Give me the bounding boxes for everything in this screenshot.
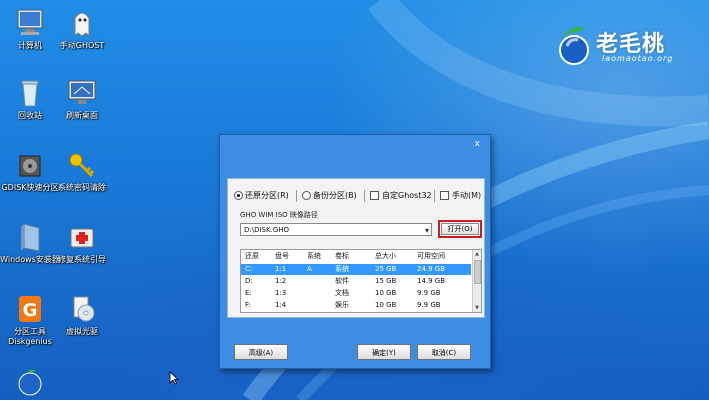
laomaotao-logo-icon xyxy=(559,26,589,65)
dialog-titlebar[interactable]: x xyxy=(220,135,490,172)
column-header: 卷标 xyxy=(335,252,349,260)
ok-button[interactable]: 确定(Y) xyxy=(357,344,411,360)
restore-partition-radio[interactable]: 还原分区(R) xyxy=(234,189,289,202)
radio-selected-icon xyxy=(234,191,243,200)
mode-options: 还原分区(R) 备份分区(B) 自定Ghost32 手动(M) xyxy=(234,189,484,203)
desktop-icon-windows-installer[interactable]: Windows安装器 xyxy=(0,222,60,265)
divider xyxy=(296,190,297,202)
partition-table: 还原 盘号 系统 卷标 总大小 可用空间 C: 1:1 A 系统 25 GB 2… xyxy=(240,249,482,313)
table-row[interactable]: E: 1:3 文档 10 GB 9.9 GB xyxy=(241,288,471,299)
windows-installer-icon xyxy=(13,222,47,252)
desktop-icon-computer[interactable]: 计算机 xyxy=(0,8,60,51)
repair-boot-icon xyxy=(65,222,99,252)
column-header: 盘号 xyxy=(275,252,289,260)
column-header: 可用空间 xyxy=(417,252,445,260)
desktop-icon-gdisk[interactable]: GDISK快速分区 xyxy=(0,150,60,193)
desktop-icon-password-clear[interactable]: 系统密码清除 xyxy=(52,150,112,193)
peach-icon xyxy=(13,366,47,396)
desktop-icon-virtual-drive[interactable]: 虚拟光驱 xyxy=(52,294,112,337)
logo-url: laomaotao.org xyxy=(602,54,674,63)
scroll-down-icon[interactable]: ▼ xyxy=(473,304,481,312)
table-header: 还原 盘号 系统 卷标 总大小 可用空间 xyxy=(241,251,471,262)
table-row[interactable]: C: 1:1 A 系统 25 GB 24.9 GB xyxy=(241,264,471,275)
advanced-button[interactable]: 高级(A) xyxy=(234,344,288,360)
desktop-icon-repair-boot[interactable]: 修复系统引导 xyxy=(52,222,112,265)
computer-icon xyxy=(13,8,47,38)
table-row[interactable]: F: 1:4 娱乐 10 GB 9.9 GB xyxy=(241,300,471,311)
image-path-label: GHO WIM ISO 映像路径 xyxy=(240,211,318,219)
divider xyxy=(434,190,435,202)
refresh-desktop-icon xyxy=(65,78,99,108)
ghost-icon xyxy=(65,8,99,38)
column-header: 还原 xyxy=(245,252,259,260)
scroll-up-icon[interactable]: ▲ xyxy=(473,250,481,258)
manual-checkbox[interactable]: 手动(M) xyxy=(440,189,481,202)
dialog-panel: 还原分区(R) 备份分区(B) 自定Ghost32 手动(M) GHO WIM … xyxy=(227,178,485,318)
table-scrollbar[interactable]: ▲ ▼ xyxy=(472,250,481,312)
open-button-highlight[interactable]: 打开(O) xyxy=(438,220,482,238)
gdisk-icon xyxy=(13,150,47,180)
open-button[interactable]: 打开(O) xyxy=(441,223,479,235)
custom-ghost-checkbox[interactable]: 自定Ghost32 xyxy=(370,189,432,202)
radio-icon xyxy=(302,191,311,200)
backup-partition-radio[interactable]: 备份分区(B) xyxy=(302,189,357,202)
desktop-icon-recycle-bin[interactable]: 回收站 xyxy=(0,78,60,121)
divider xyxy=(364,190,365,202)
key-icon xyxy=(65,150,99,180)
diskgenius-icon: G xyxy=(13,294,47,324)
desktop-icon-laomaotao[interactable] xyxy=(0,366,60,399)
ghost-dialog: x 还原分区(R) 备份分区(B) 自定Ghost32 手动(M) GHO WI… xyxy=(219,134,491,369)
desktop-icon-diskgenius[interactable]: G 分区工具Diskgenius xyxy=(0,294,60,347)
desktop-icon-refresh-desktop[interactable]: 刷新桌面 xyxy=(52,78,112,121)
virtual-drive-icon xyxy=(65,294,99,324)
image-path-combobox[interactable]: D:\DISK.GHO ▾ xyxy=(240,223,432,236)
scroll-thumb[interactable] xyxy=(474,260,481,284)
column-header: 系统 xyxy=(307,252,321,260)
cancel-button[interactable]: 取消(C) xyxy=(417,344,471,360)
checkbox-icon xyxy=(370,191,379,200)
svg-text:G: G xyxy=(23,300,38,321)
table-row[interactable]: D: 1:2 软件 15 GB 14.9 GB xyxy=(241,276,471,287)
column-header: 总大小 xyxy=(375,252,396,260)
close-icon[interactable]: x xyxy=(475,139,480,149)
image-path-value: D:\DISK.GHO xyxy=(244,226,290,234)
checkbox-icon xyxy=(440,191,449,200)
desktop-icon-manual-ghost[interactable]: 手动GHOST xyxy=(52,8,112,51)
recycle-bin-icon xyxy=(13,78,47,108)
mouse-cursor-icon xyxy=(169,371,179,385)
chevron-down-icon[interactable]: ▾ xyxy=(425,224,429,237)
